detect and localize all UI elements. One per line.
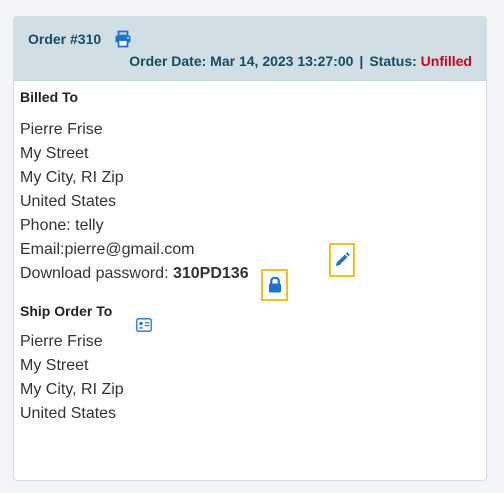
billed-phone: Phone: telly [20, 217, 104, 234]
billed-to-title: Billed To [20, 89, 79, 105]
billed-city: My City, RI Zip [20, 169, 124, 186]
ship-city: My City, RI Zip [20, 381, 124, 398]
order-title: Order #310 [28, 31, 102, 47]
status-label: Status: [369, 53, 417, 69]
printer-icon[interactable] [114, 30, 132, 48]
billed-street: My Street [20, 145, 89, 162]
password-label: Download password: [20, 265, 169, 282]
email-value: pierre@gmail.com [64, 241, 195, 258]
ship-street: My Street [20, 357, 89, 374]
ship-country: United States [20, 405, 117, 422]
contact-card-icon[interactable] [136, 318, 152, 332]
meta-separator: | [359, 53, 364, 69]
billed-password: Download password: 310PD136 [20, 262, 249, 286]
billed-email: Email:pierre@gmail.com [20, 238, 249, 262]
edit-billing-button[interactable] [329, 243, 355, 277]
lock-icon [268, 276, 281, 293]
billed-name: Pierre Frise [20, 121, 103, 138]
order-meta: Order Date: Mar 14, 2023 13:27:00 | Status… [129, 53, 472, 69]
ship-name: Pierre Frise [20, 333, 103, 350]
pencil-icon [336, 252, 350, 266]
order-body: Billed To Pierre Frise My Street My City… [20, 86, 249, 426]
email-label: Email: [20, 241, 65, 258]
ship-to-title: Ship Order To [20, 303, 113, 319]
billed-country: United States [20, 193, 117, 210]
status-badge: Unfilled [420, 53, 472, 69]
order-date: Order Date: Mar 14, 2023 13:27:00 [129, 53, 354, 69]
password-value: 310PD136 [172, 265, 249, 282]
order-header: Order #310 Order Date: Mar 14, 2023 13:2… [14, 17, 486, 81]
password-lock-button[interactable] [261, 269, 288, 301]
